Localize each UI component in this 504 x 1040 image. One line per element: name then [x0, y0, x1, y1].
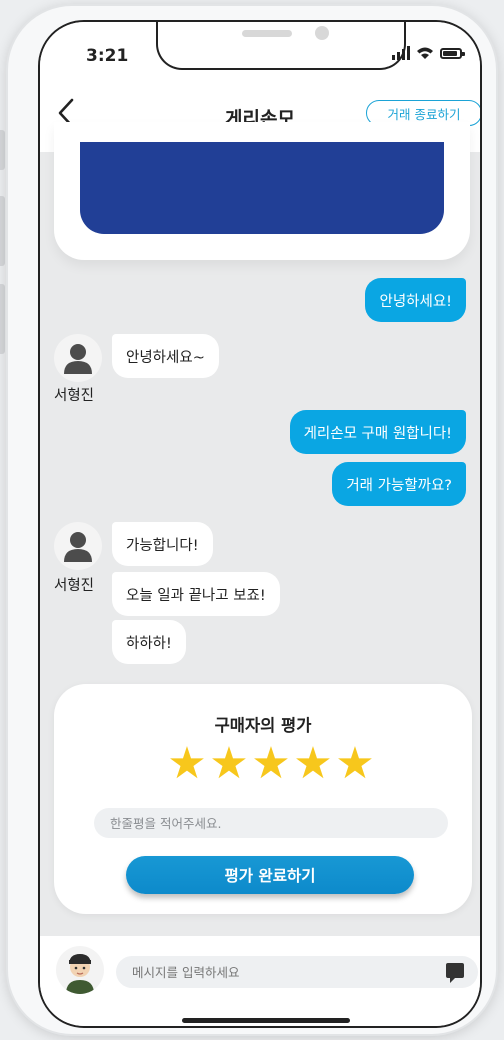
sender-name: 서형진: [54, 388, 95, 404]
volume-up-button: [0, 196, 5, 266]
screen: 3:21 게리손모 거래 종료하기 안녕하세요! 서형진 안녕하세요~ 게리손모…: [38, 20, 482, 1028]
message-bubble: 하하하!: [112, 620, 186, 664]
message-bubble: 오늘 일과 끝나고 보죠!: [112, 572, 280, 616]
avatar[interactable]: [54, 334, 102, 382]
review-title: 구매자의 평가: [214, 716, 312, 735]
status-time: 3:21: [86, 46, 129, 66]
product-image: [80, 142, 444, 234]
star-icon[interactable]: ★: [251, 742, 291, 786]
signal-icon: [392, 46, 410, 60]
star-rating[interactable]: ★ ★ ★ ★ ★: [167, 742, 375, 786]
sender-name: 서형진: [54, 578, 95, 594]
message-bubble: 거래 가능할까요?: [332, 462, 466, 506]
status-icons: [392, 46, 465, 60]
star-icon[interactable]: ★: [209, 742, 249, 786]
notch: [156, 22, 406, 70]
speaker: [242, 30, 292, 37]
buyer-review-card: 구매자의 평가 ★★★★★ 평가 완료하기: [54, 684, 472, 914]
wifi-icon: [417, 47, 433, 59]
chat-bubble-icon[interactable]: [444, 962, 466, 984]
star-icon[interactable]: ★: [335, 742, 375, 786]
status-bar: 3:21: [40, 22, 480, 82]
user-icon: [64, 344, 92, 374]
star-icon[interactable]: ★: [293, 742, 333, 786]
home-indicator: [182, 1018, 350, 1023]
submit-review-button[interactable]: 평가 완료하기: [126, 856, 414, 894]
review-input[interactable]: [94, 808, 448, 838]
my-avatar[interactable]: [56, 946, 104, 994]
user-icon: [64, 532, 92, 562]
volume-down-button: [0, 284, 5, 354]
message-bubble: 안녕하세요!: [365, 278, 466, 322]
soldier-avatar-icon: [66, 954, 94, 994]
phone-frame: 3:21 게리손모 거래 종료하기 안녕하세요! 서형진 안녕하세요~ 게리손모…: [8, 6, 496, 1034]
product-card[interactable]: [54, 122, 470, 260]
message-bubble: 가능합니다!: [112, 522, 213, 566]
battery-icon: [440, 47, 465, 59]
message-composer: [40, 936, 480, 1026]
message-input[interactable]: [116, 956, 478, 988]
avatar[interactable]: [54, 522, 102, 570]
message-bubble: 안녕하세요~: [112, 334, 219, 378]
message-bubble: 게리손모 구매 원합니다!: [289, 410, 466, 454]
side-button-top: [0, 130, 5, 170]
star-icon[interactable]: ★: [167, 742, 207, 786]
camera: [315, 26, 329, 40]
